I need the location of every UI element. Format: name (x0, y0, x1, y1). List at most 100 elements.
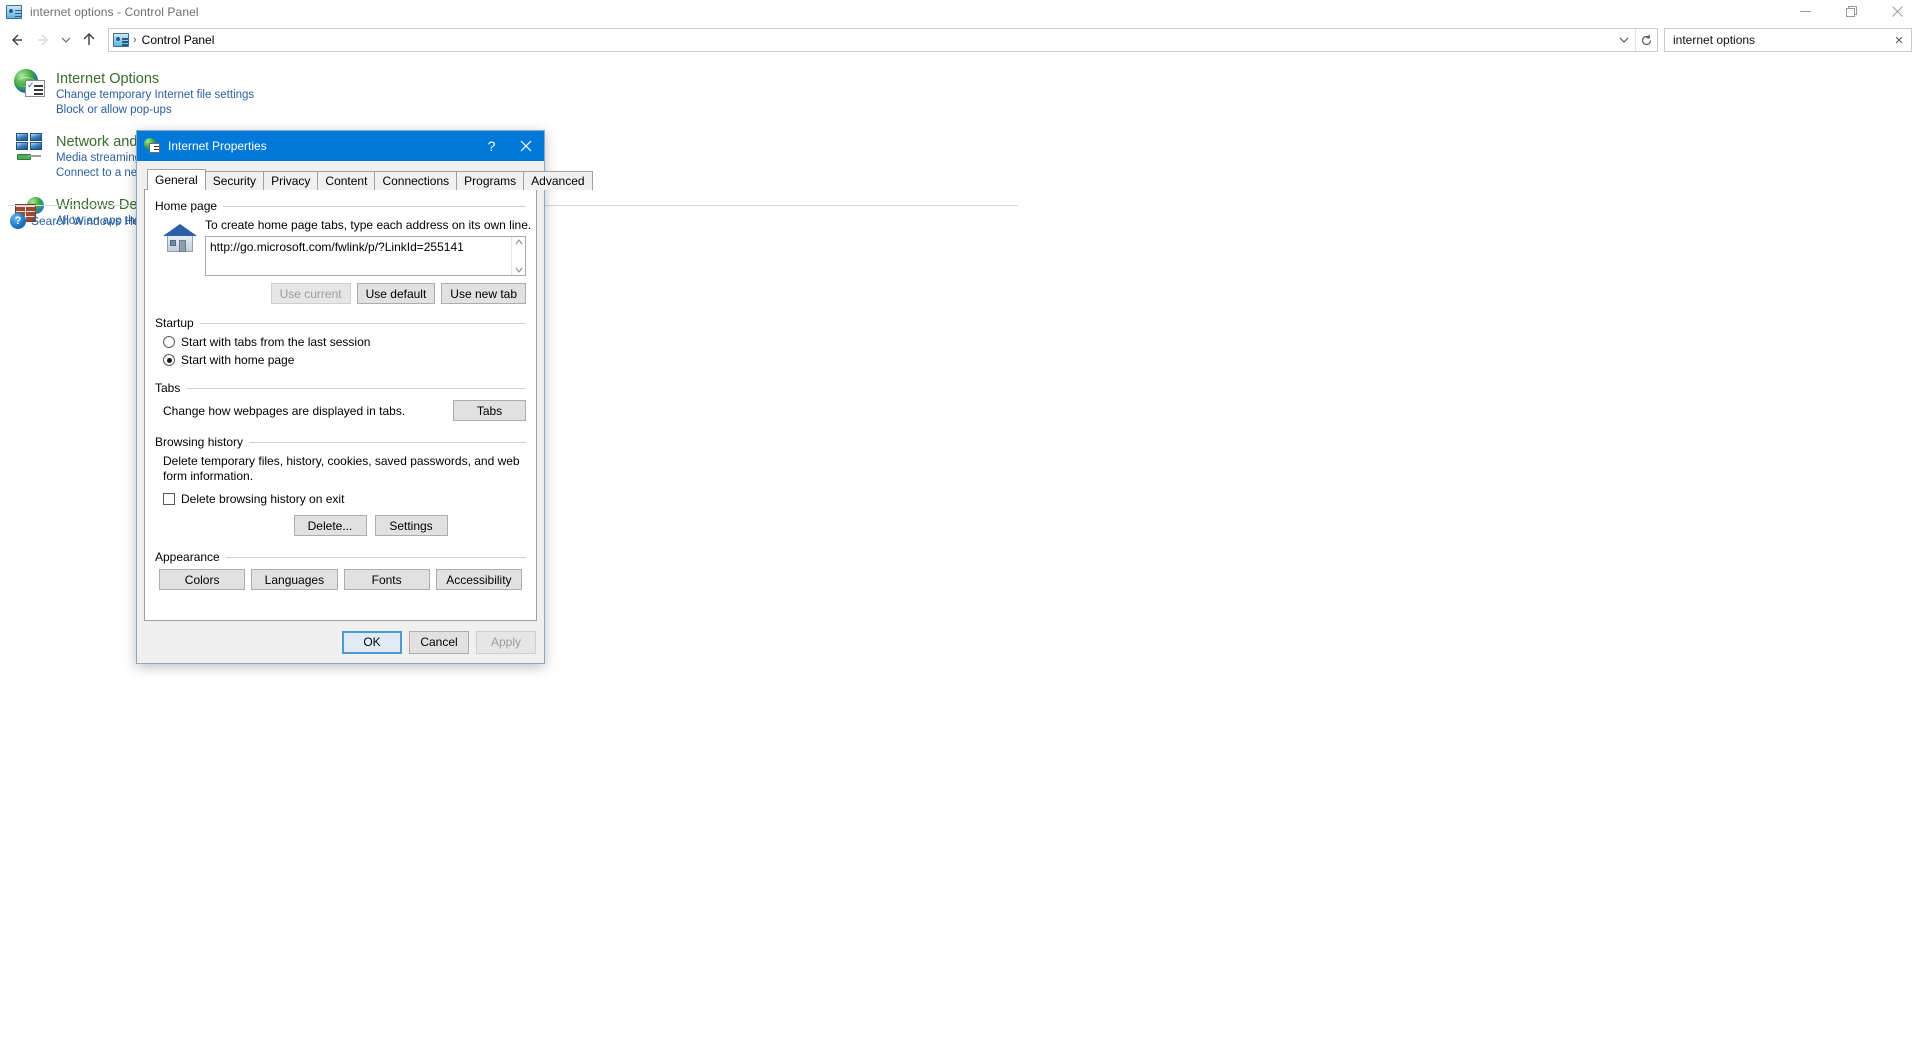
result-item-internet-options[interactable]: Internet Options Change temporary Intern… (14, 69, 254, 117)
back-arrow-icon[interactable] (4, 27, 30, 53)
scroll-down-icon (515, 267, 522, 273)
internet-options-icon (14, 69, 46, 101)
home-page-row: To create home page tabs, type each addr… (155, 218, 532, 304)
tab-advanced[interactable]: Advanced (523, 171, 593, 190)
group-home-page: Home page To create home page tabs, type… (155, 199, 532, 304)
minimize-icon[interactable] (1782, 0, 1828, 23)
ok-button[interactable]: OK (342, 630, 402, 654)
use-new-tab-button[interactable]: Use new tab (441, 283, 526, 304)
group-tabs-header: Tabs (155, 381, 526, 395)
radio-start-with-tabs-from-last-session[interactable]: Start with tabs from the last session (155, 335, 526, 349)
home-page-description: To create home page tabs, type each addr… (205, 218, 532, 232)
window-controls (1782, 0, 1920, 23)
group-startup-header: Startup (155, 316, 526, 330)
group-rule (199, 322, 526, 324)
dialog-title-buttons: ? (476, 131, 544, 161)
clear-search-icon[interactable]: × (1887, 29, 1911, 51)
tab-connections[interactable]: Connections (374, 171, 458, 190)
fonts-button[interactable]: Fonts (343, 569, 430, 590)
forward-arrow-icon (30, 27, 56, 53)
group-rule (225, 556, 526, 558)
result-subitem[interactable]: Block or allow pop-ups (56, 103, 254, 118)
dialog-footer: OK Cancel Apply (137, 621, 544, 663)
help-icon[interactable]: ? (476, 131, 507, 161)
breadcrumb[interactable]: Control Panel (142, 33, 1613, 47)
group-rule (186, 387, 526, 389)
tabs-button[interactable]: Tabs (453, 400, 526, 421)
tab-programs[interactable]: Programs (456, 171, 525, 190)
navigation-bar: › Control Panel internet options × (0, 23, 1920, 57)
group-home-page-header: Home page (155, 199, 526, 213)
group-label: Browsing history (155, 435, 244, 449)
internet-properties-icon (144, 138, 160, 154)
cancel-button[interactable]: Cancel (409, 630, 469, 654)
scroll-up-icon (515, 239, 522, 245)
radio-label: Start with tabs from the last session (181, 335, 371, 349)
accessibility-button[interactable]: Accessibility (435, 569, 522, 590)
radio-mark[interactable] (163, 336, 175, 348)
dialog-tabstrip: General Security Privacy Content Connect… (144, 169, 593, 190)
home-page-buttons: Use current Use default Use new tab (205, 283, 526, 304)
delete-button[interactable]: Delete... (293, 515, 367, 536)
group-label: Appearance (155, 550, 220, 564)
tab-general[interactable]: General (147, 169, 206, 190)
tabs-description: Change how webpages are displayed in tab… (163, 403, 406, 418)
languages-button[interactable]: Languages (251, 569, 338, 590)
address-bar[interactable]: › Control Panel (108, 28, 1658, 52)
apply-button: Apply (476, 630, 536, 654)
home-page-scrollbar[interactable] (511, 237, 525, 275)
browsing-history-buttons: Delete... Settings (155, 515, 526, 536)
tab-content[interactable]: Content (317, 171, 376, 190)
address-chevron-down-icon[interactable] (1613, 29, 1635, 51)
use-default-button[interactable]: Use default (356, 283, 436, 304)
checkbox-label: Delete browsing history on exit (181, 492, 345, 506)
search-input[interactable]: internet options × (1664, 28, 1912, 52)
refresh-icon[interactable] (1635, 29, 1657, 51)
dialog-titlebar[interactable]: Internet Properties ? (137, 131, 544, 161)
tab-security[interactable]: Security (204, 171, 265, 190)
internet-properties-dialog: Internet Properties ? General Security P… (136, 130, 593, 664)
radio-label: Start with home page (181, 353, 295, 367)
colors-button[interactable]: Colors (159, 569, 246, 590)
radio-start-with-home-page[interactable]: Start with home page (155, 353, 526, 367)
tabs-row: Change how webpages are displayed in tab… (155, 400, 526, 421)
restore-icon[interactable] (1828, 0, 1874, 23)
group-rule (223, 205, 526, 207)
appearance-buttons: Colors Languages Fonts Accessibility (155, 569, 526, 590)
window-titlebar: internet options - Control Panel (0, 0, 1920, 23)
checkbox-delete-browsing-history-on-exit[interactable]: Delete browsing history on exit (155, 492, 526, 506)
control-panel-icon (113, 33, 129, 47)
close-icon[interactable] (1874, 0, 1920, 23)
settings-button[interactable]: Settings (374, 515, 448, 536)
home-page-url-input[interactable]: http://go.microsoft.com/fwlink/p/?LinkId… (205, 236, 526, 276)
group-rule (249, 441, 526, 443)
group-label: Startup (155, 316, 194, 330)
group-browsing-history: Browsing history Delete temporary files,… (155, 435, 526, 536)
group-appearance: Appearance Colors Languages Fonts Access… (155, 550, 526, 590)
home-page-url-value[interactable]: http://go.microsoft.com/fwlink/p/?LinkId… (206, 237, 511, 275)
group-startup: Startup Start with tabs from the last se… (155, 316, 526, 371)
result-subitem[interactable]: Change temporary Internet file settings (56, 88, 254, 103)
group-browsing-history-header: Browsing history (155, 435, 526, 449)
group-label: Tabs (155, 381, 181, 395)
radio-mark[interactable] (163, 354, 175, 366)
group-label: Home page (155, 199, 218, 213)
search-input-value[interactable]: internet options (1665, 33, 1887, 47)
tab-privacy[interactable]: Privacy (263, 171, 319, 190)
close-icon[interactable] (507, 131, 544, 161)
use-current-button: Use current (270, 283, 351, 304)
up-arrow-icon[interactable] (76, 27, 102, 53)
recent-locations-chevron-down-icon[interactable] (56, 27, 76, 53)
group-appearance-header: Appearance (155, 550, 526, 564)
help-question-icon: ? (10, 213, 26, 229)
tab-panel-general: Home page To create home page tabs, type… (144, 189, 537, 621)
group-tabs: Tabs Change how webpages are displayed i… (155, 381, 526, 421)
control-panel-icon (6, 4, 22, 19)
dialog-body: General Security Privacy Content Connect… (137, 161, 593, 621)
house-icon (162, 220, 198, 254)
dialog-title: Internet Properties (168, 139, 267, 153)
result-title[interactable]: Internet Options (56, 70, 254, 88)
checkbox-mark[interactable] (163, 493, 175, 505)
network-sharing-icon (14, 132, 46, 164)
window-title: internet options - Control Panel (30, 4, 199, 19)
